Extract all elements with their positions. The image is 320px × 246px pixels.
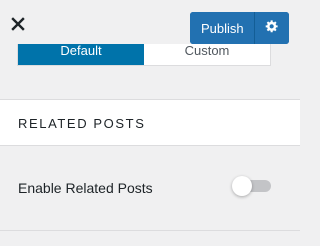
gear-icon [265,19,279,38]
divider [0,230,300,231]
close-icon [11,16,25,36]
publish-settings-button[interactable] [253,12,289,44]
publish-button-group: Publish [190,12,289,44]
related-posts-section-header: RELATED POSTS [0,99,300,146]
publish-button[interactable]: Publish [190,12,254,44]
enable-related-posts-label: Enable Related Posts [18,179,153,196]
section-title: RELATED POSTS [18,116,146,131]
close-button[interactable] [0,0,36,52]
enable-related-posts-toggle[interactable] [232,176,271,196]
toggle-knob [232,176,252,196]
